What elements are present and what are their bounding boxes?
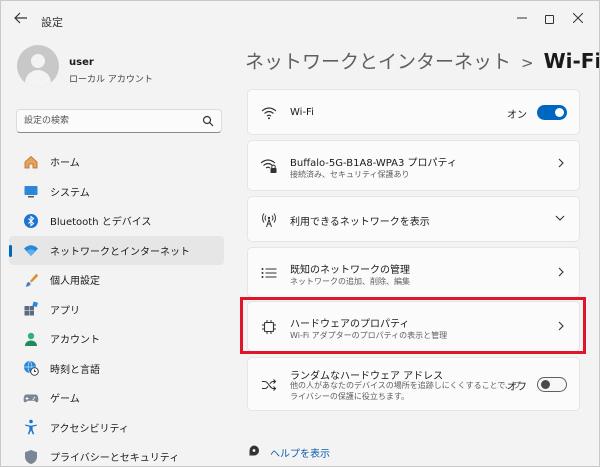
chevron-down-icon [555, 212, 565, 225]
page-title: Wi-Fi [543, 49, 600, 73]
globe-clock-icon [23, 360, 39, 376]
system-icon [23, 183, 39, 199]
breadcrumb: ネットワークとインターネット > Wi-Fi [245, 47, 600, 74]
avatar-head [31, 54, 45, 68]
sidebar-item-system[interactable]: システム [9, 177, 224, 207]
sidebar-item-personalization[interactable]: 個人用設定 [9, 265, 224, 295]
back-arrow-icon [14, 12, 27, 24]
wifi-toggle-card[interactable]: Wi-Fi オン [247, 89, 580, 135]
connected-network-subtitle: 接続済み、セキュリティ保護あり [290, 170, 410, 179]
sidebar-item-label: ホーム [50, 158, 80, 170]
chevron-right-icon [557, 158, 565, 171]
sidebar-nav: ホーム システム Bluetooth とデバイス ネットワークとインターネット … [9, 147, 224, 466]
accessibility-icon [23, 419, 39, 435]
connected-network-card[interactable]: Buffalo-5G-B1A8-WPA3 プロパティ 接続済み、セキュリティ保護… [247, 140, 580, 191]
sidebar-item-privacy[interactable]: プライバシーとセキュリティ [9, 442, 224, 466]
wifi-lock-icon [260, 157, 278, 175]
known-networks-title: 既知のネットワークの管理 [290, 265, 410, 276]
window-title: 設定 [41, 16, 63, 29]
home-icon [23, 154, 39, 170]
apps-icon [23, 301, 39, 317]
paintbrush-icon [23, 272, 39, 288]
sidebar-item-time-language[interactable]: 時刻と言語 [9, 354, 224, 384]
close-icon [572, 12, 584, 24]
sidebar-item-label: アカウント [50, 335, 100, 347]
help-link[interactable]: ヘルプを表示 [247, 443, 330, 462]
maximize-button[interactable] [538, 9, 560, 29]
random-address-subtitle-line2: ライバシーの保護に役立ちます。 [290, 392, 410, 401]
random-address-card: ランダムなハードウェア アドレス 他の人があなたのデバイスの場所を追跡しにくくす… [247, 357, 580, 411]
random-address-toggle[interactable] [537, 377, 567, 392]
known-networks-card[interactable]: 既知のネットワークの管理 ネットワークの追加、削除、編集 [247, 247, 580, 298]
sidebar-item-label: システム [50, 187, 90, 199]
settings-window: 設定 user ローカル アカウント ホーム [0, 0, 600, 467]
search-box[interactable] [16, 109, 222, 133]
minimize-button[interactable] [511, 9, 533, 29]
breadcrumb-parent[interactable]: ネットワークとインターネット [245, 51, 511, 73]
list-icon [260, 264, 278, 282]
breadcrumb-separator: > [521, 54, 534, 72]
shuffle-icon [260, 376, 278, 394]
hardware-properties-title: ハードウェアのプロパティ [290, 319, 410, 330]
sidebar-item-label: アクセシビリティ [50, 423, 129, 435]
sidebar-item-label: Bluetooth とデバイス [50, 217, 152, 229]
hardware-properties-card[interactable]: ハードウェアのプロパティ Wi-Fi アダプターのプロパティの表示と管理 [247, 301, 580, 352]
profile-account-type: ローカル アカウント [69, 75, 153, 85]
connected-network-title: Buffalo-5G-B1A8-WPA3 プロパティ [290, 158, 457, 169]
bluetooth-icon [23, 213, 39, 229]
back-button[interactable] [11, 11, 31, 29]
help-link-label[interactable]: ヘルプを表示 [270, 445, 330, 460]
search-icon[interactable] [202, 115, 214, 127]
close-button[interactable] [567, 9, 589, 29]
sidebar-item-home[interactable]: ホーム [9, 147, 224, 177]
random-address-state-label: オフ [507, 382, 527, 393]
sidebar-item-label: ゲーム [50, 394, 80, 406]
available-networks-title: 利用できるネットワークを表示 [290, 217, 430, 228]
chip-icon [260, 318, 278, 336]
hardware-properties-subtitle: Wi-Fi アダプターのプロパティの表示と管理 [290, 331, 448, 340]
sidebar-item-apps[interactable]: アプリ [9, 295, 224, 325]
sidebar-item-accessibility[interactable]: アクセシビリティ [9, 413, 224, 443]
title-bar: 設定 [1, 1, 599, 39]
minimize-icon [517, 17, 527, 19]
help-icon [247, 443, 261, 462]
account-icon [23, 331, 39, 347]
sidebar-item-label: プライバシーとセキュリティ [50, 453, 180, 465]
available-networks-card[interactable]: 利用できるネットワークを表示 [247, 196, 580, 242]
gamepad-icon [23, 390, 39, 406]
sidebar-item-label: 個人用設定 [50, 276, 100, 288]
sidebar-item-label: 時刻と言語 [50, 364, 100, 376]
shield-icon [23, 449, 39, 465]
known-networks-subtitle: ネットワークの追加、削除、編集 [290, 277, 410, 286]
avatar[interactable] [17, 45, 59, 87]
sidebar-item-accounts[interactable]: アカウント [9, 324, 224, 354]
wifi-toggle[interactable] [537, 105, 567, 120]
wifi-icon [260, 104, 278, 122]
maximize-icon [544, 15, 554, 24]
avatar-body [25, 70, 51, 87]
wifi-state-label: オン [507, 110, 527, 121]
search-input[interactable] [24, 114, 194, 128]
sidebar-item-gaming[interactable]: ゲーム [9, 383, 224, 413]
wifi-card-title: Wi-Fi [290, 107, 314, 118]
sidebar-item-label: ネットワークとインターネット [50, 246, 190, 258]
sidebar-item-label: アプリ [50, 305, 80, 317]
wifi-icon [23, 242, 39, 258]
chevron-right-icon [557, 267, 565, 280]
chevron-right-icon [557, 321, 565, 334]
sidebar-item-bluetooth[interactable]: Bluetooth とデバイス [9, 206, 224, 236]
antenna-icon [260, 211, 278, 229]
profile-name: user [69, 57, 94, 68]
sidebar-item-network[interactable]: ネットワークとインターネット [9, 235, 224, 265]
